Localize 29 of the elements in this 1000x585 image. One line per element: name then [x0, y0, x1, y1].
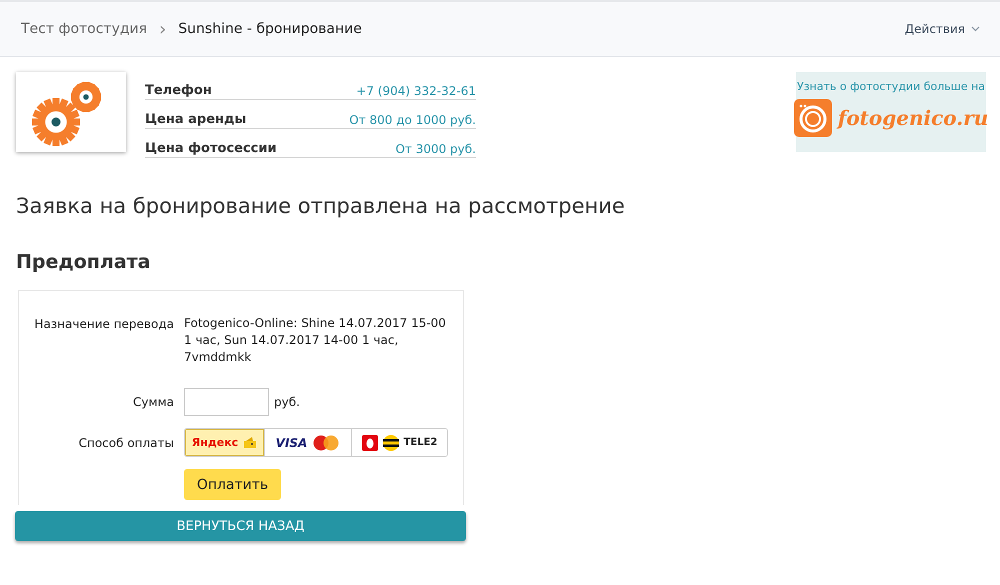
amount-field[interactable] [184, 388, 269, 416]
breadcrumb-link[interactable]: Тест фотостудия [21, 21, 148, 37]
breadcrumb-separator: › [159, 18, 166, 40]
info-value: От 800 до 1000 руб. [349, 113, 476, 127]
chevron-down-icon [971, 26, 980, 32]
field-label: Сумма [132, 395, 174, 409]
striped-ball-icon [382, 434, 399, 450]
info-label: Цена фотосессии [145, 141, 277, 156]
info-label: Цена аренды [145, 112, 246, 127]
status-message: Заявка на бронирование отправлена на рассмотрение [16, 194, 626, 218]
currency-label: руб. [274, 395, 300, 409]
brand-name: fotogenico.ru [838, 106, 988, 130]
actions-menu[interactable]: Действия [904, 22, 980, 36]
promo-text: Узнать о фотостудии больше на [796, 80, 986, 93]
back-button[interactable]: ВЕРНУТЬСЯ НАЗАД [15, 511, 466, 541]
field-label: Способ оплаты [78, 436, 174, 450]
transfer-purpose: Fotogenico-Online: Shine 14.07.2017 15-00 1 час, Sun 14.07.2017 14-00 1 час, 7vmddmkk [184, 315, 447, 366]
payment-method-tab[interactable]: Яндекс [185, 429, 265, 456]
wallet-icon [243, 436, 258, 449]
info-value: От 3000 руб. [395, 142, 476, 156]
page-title: Sunshine - бронирование [178, 21, 362, 37]
pay-button[interactable]: Оплатить [184, 469, 281, 500]
field-label: Назначение перевода [33, 317, 174, 331]
section-title: Предоплата [16, 251, 152, 273]
camera-icon [794, 99, 832, 137]
info-value: +7 (904) 332-32-61 [356, 84, 476, 98]
egg-logo-icon [362, 434, 378, 450]
info-label: Телефон [145, 83, 212, 98]
card-circles-icon [312, 434, 340, 450]
